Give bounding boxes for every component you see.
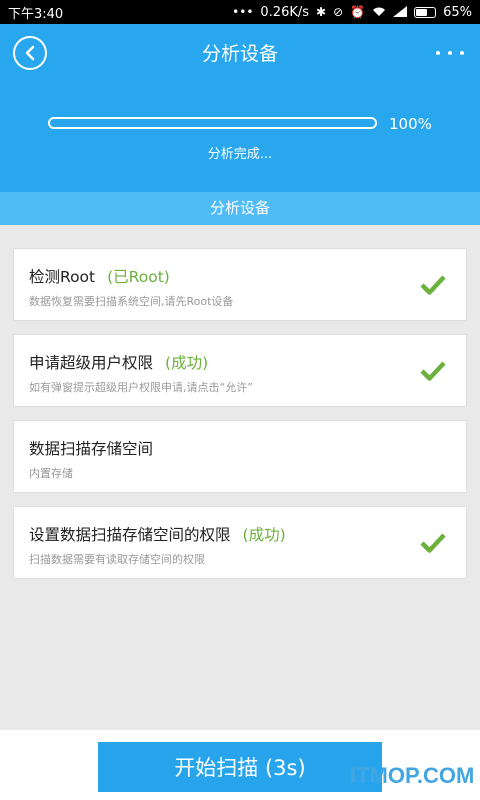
item-title: 申请超级用户权限	[29, 354, 154, 372]
battery-fill	[416, 8, 428, 16]
item-title-row: 设置数据扫描存储空间的权限 (成功)	[29, 523, 286, 545]
item-description: 数据恢复需要扫描系统空间,请先Root设备	[29, 295, 234, 308]
battery-percent: 65%	[443, 4, 472, 20]
watermark-logo: ITMOP.COM	[350, 763, 475, 788]
page-title: 分析设备	[201, 43, 278, 65]
header: 分析设备 100% 分析完成...	[0, 24, 480, 192]
progress-fill	[50, 119, 375, 127]
more-button[interactable]	[436, 46, 464, 60]
status-time: 下午3:40	[8, 6, 64, 22]
progress-percent: 100%	[389, 115, 432, 133]
signal-icon	[393, 5, 408, 19]
list-item: 检测Root (已Root) 数据恢复需要扫描系统空间,请先Root设备	[13, 248, 467, 321]
more-dot	[460, 51, 464, 55]
more-dots-status-icon: •••	[232, 5, 254, 19]
status-bar: 下午3:40 ••• 0.26K/s ✱ ⊘ ⏰ 65%	[0, 0, 480, 24]
item-status: (成功)	[242, 526, 286, 544]
more-dot	[436, 51, 440, 55]
item-status: (成功)	[165, 354, 209, 372]
bluetooth-icon: ✱	[316, 5, 327, 19]
item-description: 如有弹窗提示超级用户权限申请,请点击“允许”	[29, 381, 253, 394]
start-scan-button[interactable]: 开始扫描 (3s)	[98, 742, 382, 792]
item-title: 设置数据扫描存储空间的权限	[29, 526, 231, 544]
item-title-row: 申请超级用户权限 (成功)	[29, 351, 208, 373]
check-icon	[420, 275, 446, 295]
battery-icon	[414, 6, 437, 18]
check-icon	[420, 533, 446, 553]
list-item: 申请超级用户权限 (成功) 如有弹窗提示超级用户权限申请,请点击“允许”	[13, 334, 467, 407]
item-title-row: 数据扫描存储空间	[29, 437, 153, 459]
more-dot	[448, 51, 452, 55]
alarm-icon: ⏰	[350, 5, 366, 19]
step-list: 检测Root (已Root) 数据恢复需要扫描系统空间,请先Root设备 申请超级…	[13, 248, 467, 592]
item-description: 扫描数据需要有读取存储空间的权限	[29, 553, 205, 566]
progress-status: 分析完成...	[207, 147, 273, 162]
network-speed: 0.26K/s	[260, 4, 310, 20]
item-description: 内置存储	[29, 467, 73, 480]
mute-icon: ⊘	[333, 5, 344, 19]
status-right: ••• 0.26K/s ✱ ⊘ ⏰ 65%	[232, 5, 472, 20]
list-item: 设置数据扫描存储空间的权限 (成功) 扫描数据需要有读取存储空间的权限	[13, 506, 467, 579]
item-title-row: 检测Root (已Root)	[29, 265, 170, 287]
check-icon	[420, 361, 446, 381]
section-title: 分析设备	[0, 192, 480, 225]
item-title: 数据扫描存储空间	[29, 440, 154, 458]
item-status: (已Root)	[107, 268, 170, 286]
list-item: 数据扫描存储空间 内置存储	[13, 420, 467, 493]
item-title: 检测Root	[29, 268, 96, 286]
progress-bar	[48, 117, 377, 129]
wifi-icon	[372, 6, 386, 19]
